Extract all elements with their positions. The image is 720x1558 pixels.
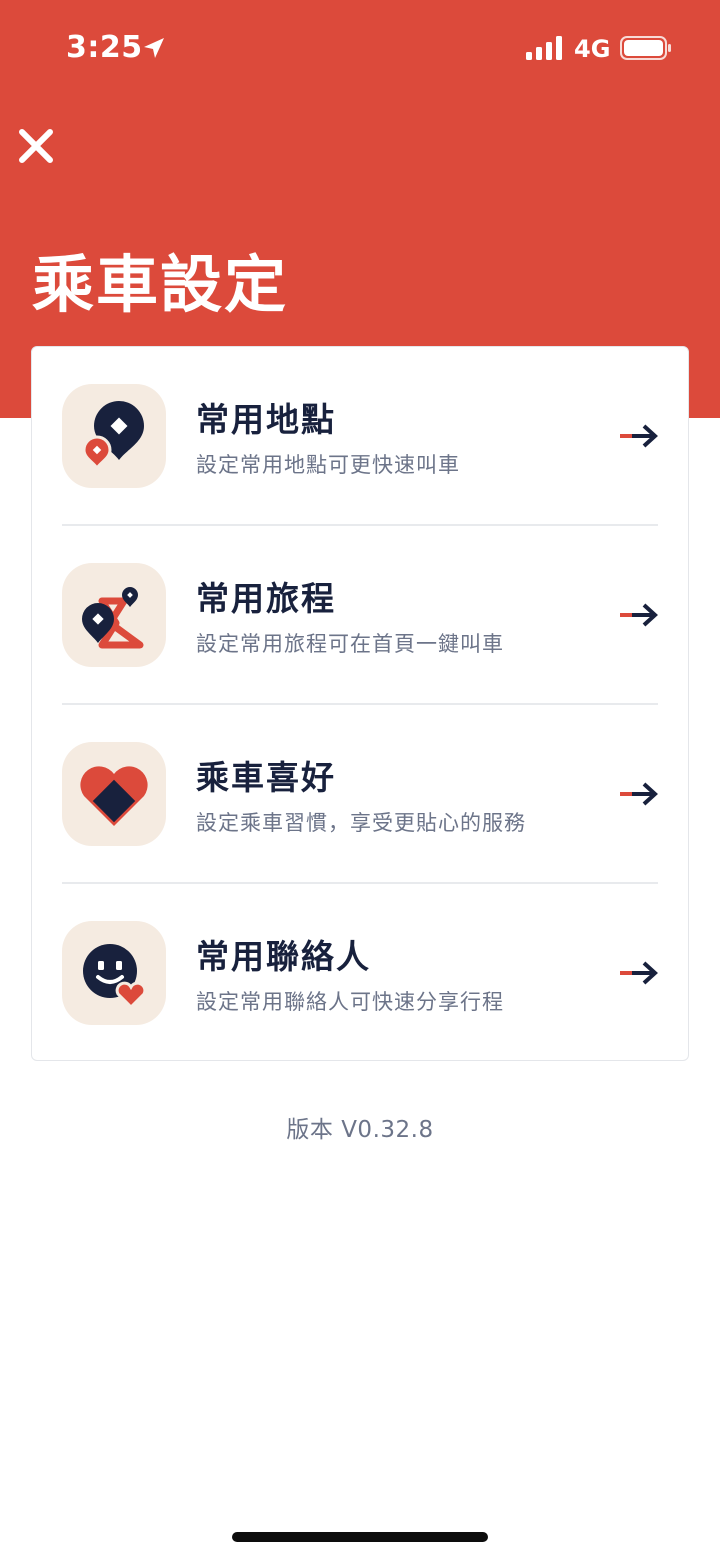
favorite-places-icon-tile (62, 384, 166, 488)
settings-item-favorite-trips[interactable]: 常用旅程 設定常用旅程可在首頁一鍵叫車 (32, 526, 688, 705)
row-subtitle: 設定常用聯絡人可快速分享行程 (196, 990, 504, 1014)
settings-item-favorite-contacts[interactable]: 常用聯絡人 設定常用聯絡人可快速分享行程 (32, 884, 688, 1063)
row-title: 常用聯絡人 (196, 937, 371, 976)
location-arrow-icon (144, 38, 164, 58)
battery-icon (620, 36, 671, 60)
row-title: 常用旅程 (196, 579, 336, 618)
page-title: 乘車設定 (32, 248, 289, 321)
row-title: 常用地點 (196, 400, 336, 439)
settings-card: 常用地點 設定常用地點可更快速叫車 常用旅程 設定常用旅程可在首頁一鍵叫車 乘車… (31, 346, 689, 1061)
signal-bars-icon (526, 36, 562, 60)
ride-preferences-icon-tile (62, 742, 166, 846)
row-title: 乘車喜好 (196, 758, 336, 797)
status-bar: 3:25 4G (0, 0, 720, 96)
status-time: 3:25 (66, 30, 143, 65)
arrow-right-icon (620, 603, 658, 627)
version-label: 版本 V0.32.8 (286, 1117, 434, 1143)
settings-item-ride-preferences[interactable]: 乘車喜好 設定乘車習慣，享受更貼心的服務 (32, 705, 688, 884)
favorite-trips-icon (82, 587, 144, 649)
row-subtitle: 設定乘車習慣，享受更貼心的服務 (196, 811, 526, 835)
home-indicator[interactable] (232, 1532, 488, 1542)
arrow-right-icon (620, 961, 658, 985)
arrow-right-icon (620, 424, 658, 448)
favorite-contacts-icon (83, 944, 147, 1010)
favorite-trips-icon-tile (62, 563, 166, 667)
row-subtitle: 設定常用地點可更快速叫車 (196, 453, 460, 477)
network-label: 4G (574, 35, 611, 63)
favorite-contacts-icon-tile (62, 921, 166, 1025)
arrow-right-icon (620, 782, 658, 806)
row-subtitle: 設定常用旅程可在首頁一鍵叫車 (196, 632, 504, 656)
close-icon[interactable] (14, 124, 58, 168)
favorite-places-icon (82, 401, 144, 471)
settings-item-favorite-places[interactable]: 常用地點 設定常用地點可更快速叫車 (32, 347, 688, 526)
ride-preferences-icon (80, 766, 148, 826)
